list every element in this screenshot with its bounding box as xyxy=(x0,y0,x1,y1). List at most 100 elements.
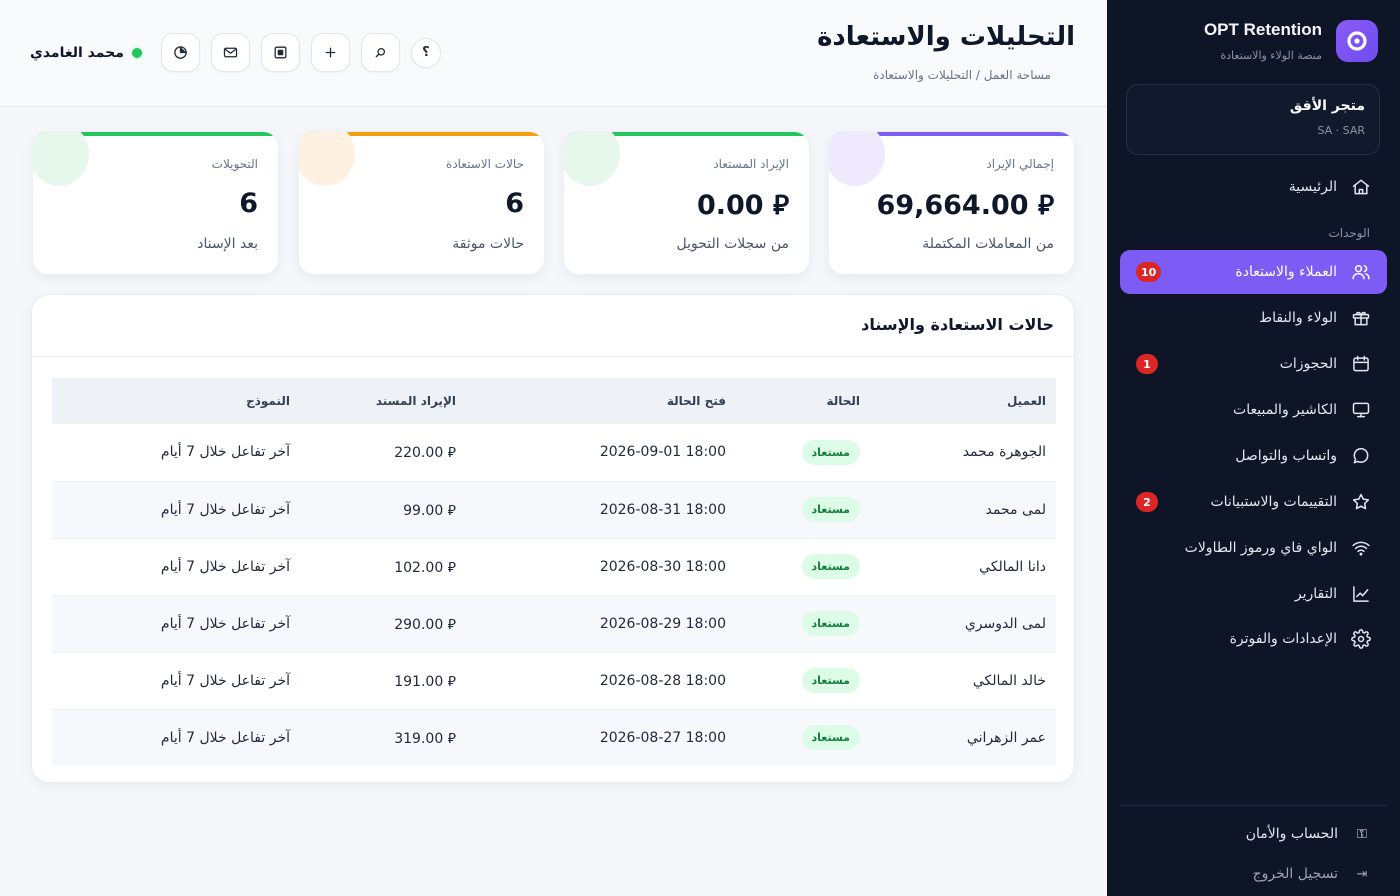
opened-date: 2026-08-29 18:00 xyxy=(599,615,726,632)
table-row[interactable]: عمر الزهراني مستعاد 2026-08-27 18:00 319… xyxy=(52,709,1056,766)
mail-icon xyxy=(223,47,238,58)
opened-date: 2026-08-30 18:00 xyxy=(599,558,726,575)
logout-icon: ⇥ xyxy=(1356,866,1368,882)
star-icon xyxy=(1351,492,1371,512)
sidebar-item-customers-recovery[interactable]: العملاء والاستعادة 10 xyxy=(1120,250,1387,294)
brand: OPT Retention منصة الولاء والاستعادة xyxy=(1204,20,1378,62)
kpi-value: 0.00 ⃁ xyxy=(696,190,789,221)
online-status-dot xyxy=(131,47,142,58)
help-button[interactable]: ؟ xyxy=(410,37,441,68)
sidebar-section-label: الوحدات xyxy=(1328,226,1370,240)
status-cell: مستعاد xyxy=(736,709,870,766)
sidebar-item-label: واتساب والتواصل xyxy=(1235,448,1337,464)
wifi-icon xyxy=(1351,538,1371,558)
sidebar-item-label: الولاء والنقاط xyxy=(1259,310,1337,326)
table-row[interactable]: دانا المالكي مستعاد 2026-08-30 18:00 102… xyxy=(52,538,1056,595)
kpi-caption: بعد الإسناد xyxy=(197,236,258,252)
attribution-model: آخر تفاعل خلال 7 أيام xyxy=(160,444,290,461)
sidebar-item-settings[interactable]: الإعدادات والفوترة xyxy=(1120,617,1387,661)
kpi-label: التحويلات xyxy=(211,157,258,171)
logout-link[interactable]: ⇥ تسجيل الخروج xyxy=(1253,866,1370,882)
attribution-model: آخر تفاعل خلال 7 أيام xyxy=(160,672,290,689)
kpi-value: 6 xyxy=(505,188,524,219)
store-switcher[interactable]: متجر الأفق SA · SAR xyxy=(1126,84,1380,155)
search-button[interactable] xyxy=(360,33,400,72)
kpi-card-recovered-revenue: الإيراد المستعاد 0.00 ⃁ من سجلات التحويل xyxy=(563,131,810,275)
notification-badge: 1 xyxy=(1136,354,1158,374)
user-name: محمد الغامدي xyxy=(30,44,124,61)
table-row[interactable]: الجوهرة محمد مستعاد 2026-09-01 18:00 220… xyxy=(52,424,1056,481)
column-header-revenue[interactable]: الإيراد المسند xyxy=(300,378,466,424)
kpi-label: الإيراد المستعاد xyxy=(713,157,789,171)
sidebar-item-loyalty[interactable]: الولاء والنقاط xyxy=(1120,296,1387,340)
sidebar-item-home[interactable]: الرئيسية xyxy=(1120,165,1387,209)
status-cell: مستعاد xyxy=(736,652,870,709)
sidebar-item-wifi[interactable]: الواي فاي ورموز الطاولات xyxy=(1120,526,1387,570)
chart-icon xyxy=(1351,584,1371,604)
panel-divider xyxy=(32,356,1074,357)
sidebar: OPT Retention منصة الولاء والاستعادة متج… xyxy=(1107,0,1400,896)
status-badge: مستعاد xyxy=(801,668,860,693)
attributed-revenue: 220.00 ⃁ xyxy=(394,445,456,462)
sidebar-item-label: التقارير xyxy=(1294,586,1337,602)
kpi-caption: من المعاملات المكتملة xyxy=(922,236,1054,252)
recovery-cases-table: العميل الحالة فتح الحالة الإيراد المسند … xyxy=(52,378,1056,766)
sidebar-item-whatsapp[interactable]: واتساب والتواصل xyxy=(1120,434,1387,478)
home-icon xyxy=(1351,177,1371,197)
customer-name: دانا المالكي xyxy=(979,558,1046,575)
attributed-revenue: 319.00 ⃁ xyxy=(394,730,456,747)
notification-badge: 10 xyxy=(1136,262,1162,282)
brand-logo-icon xyxy=(1336,20,1378,62)
status-badge: مستعاد xyxy=(801,611,860,636)
kpi-decoration xyxy=(299,132,355,186)
column-header-customer[interactable]: العميل xyxy=(870,378,1056,424)
add-button[interactable] xyxy=(310,33,350,72)
page-header: التحليلات والاستعادة مساحة العمل / التحل… xyxy=(0,0,1107,107)
customer-name: لمى الدوسري xyxy=(964,615,1046,632)
screen-button[interactable] xyxy=(260,33,300,72)
sidebar-item-label: الإعدادات والفوترة xyxy=(1229,631,1337,647)
customer-name: خالد المالكي xyxy=(972,672,1046,689)
attributed-revenue: 290.00 ⃁ xyxy=(394,616,456,633)
monitor-icon xyxy=(1351,400,1371,420)
table-row[interactable]: لمى الدوسري مستعاد 2026-08-29 18:00 290.… xyxy=(52,595,1056,652)
status-cell: مستعاد xyxy=(736,595,870,652)
store-region: SA · SAR xyxy=(1317,124,1365,137)
attributed-revenue: 191.00 ⃁ xyxy=(394,673,456,690)
breadcrumb[interactable]: مساحة العمل / التحليلات والاستعادة xyxy=(873,68,1051,82)
search-icon xyxy=(375,47,385,58)
status-cell: مستعاد xyxy=(736,424,870,481)
account-security-link[interactable]: ⚿ الحساب والأمان xyxy=(1246,826,1370,842)
analytics-button[interactable] xyxy=(160,33,200,72)
messages-button[interactable] xyxy=(210,33,250,72)
sidebar-item-bookings[interactable]: الحجوزات 1 xyxy=(1120,342,1387,386)
column-header-opened[interactable]: فتح الحالة xyxy=(466,378,736,424)
sidebar-item-label: الكاشير والمبيعات xyxy=(1233,402,1337,418)
sidebar-divider xyxy=(1120,805,1387,806)
calendar-icon xyxy=(1351,354,1371,374)
column-header-model[interactable]: النموذج xyxy=(52,378,300,424)
attributed-revenue: 102.00 ⃁ xyxy=(394,559,456,576)
sidebar-item-pos[interactable]: الكاشير والمبيعات xyxy=(1120,388,1387,432)
user-menu[interactable]: محمد الغامدي xyxy=(30,45,142,61)
opened-date: 2026-08-31 18:00 xyxy=(599,501,726,518)
kpi-value: 69,664.00 ⃁ xyxy=(876,190,1054,221)
kpi-caption: حالات موثقة xyxy=(452,236,524,252)
help-icon: ؟ xyxy=(422,45,430,60)
kpi-decoration xyxy=(33,132,89,186)
status-badge: مستعاد xyxy=(801,554,860,579)
table-row[interactable]: خالد المالكي مستعاد 2026-08-28 18:00 191… xyxy=(52,652,1056,709)
customer-name: لمى محمد xyxy=(985,501,1046,518)
users-icon xyxy=(1351,262,1371,282)
table-row[interactable]: لمى محمد مستعاد 2026-08-31 18:00 99.00 ⃁… xyxy=(52,481,1056,538)
gear-icon xyxy=(1351,629,1371,649)
column-header-status[interactable]: الحالة xyxy=(736,378,870,424)
opened-date: 2026-08-28 18:00 xyxy=(599,672,726,689)
sidebar-item-label: الواي فاي ورموز الطاولات xyxy=(1184,540,1337,556)
panel-title: حالات الاستعادة والإسناد xyxy=(861,315,1054,334)
sidebar-item-reports[interactable]: التقارير xyxy=(1120,572,1387,616)
status-badge: مستعاد xyxy=(801,497,860,522)
status-badge: مستعاد xyxy=(801,439,860,465)
attribution-model: آخر تفاعل خلال 7 أيام xyxy=(160,729,290,746)
sidebar-item-reviews[interactable]: التقييمات والاستبيانات 2 xyxy=(1120,480,1387,524)
